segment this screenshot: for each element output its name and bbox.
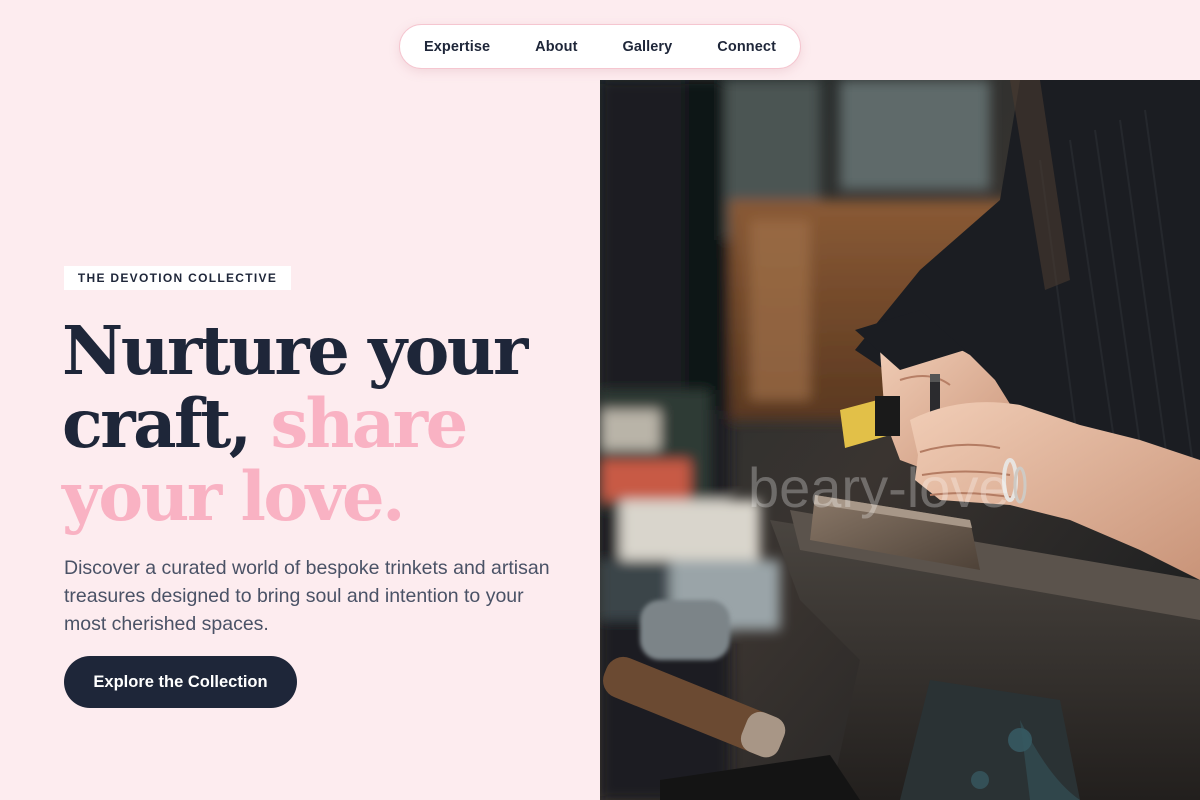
headline-line-3-pink: your love. [62, 457, 405, 536]
landing-page: Expertise About Gallery Connect THE DEVO… [0, 0, 1200, 800]
nav-expertise-link[interactable]: Expertise [424, 39, 490, 55]
headline-line-1: Nurture your [62, 311, 528, 390]
headline-line-2-pink: share [270, 384, 468, 463]
hero-photo: beary-love [600, 80, 1200, 800]
headline-line-2-dark: craft, [62, 384, 271, 463]
nav-about-link[interactable]: About [535, 39, 577, 55]
hero-description: Discover a curated world of bespoke trin… [64, 557, 550, 635]
eyebrow-badge: THE DEVOTION COLLECTIVE [64, 266, 291, 290]
hero-headline: Nurture your craft, share your love. [62, 314, 582, 533]
explore-collection-button[interactable]: Explore the Collection [64, 656, 297, 708]
artisan-photo-illustration: beary-love [600, 80, 1200, 800]
photo-watermark: beary-love [748, 456, 1009, 519]
top-nav: Expertise About Gallery Connect [399, 24, 801, 69]
nav-gallery-link[interactable]: Gallery [622, 39, 672, 55]
nav-connect-link[interactable]: Connect [717, 39, 776, 55]
